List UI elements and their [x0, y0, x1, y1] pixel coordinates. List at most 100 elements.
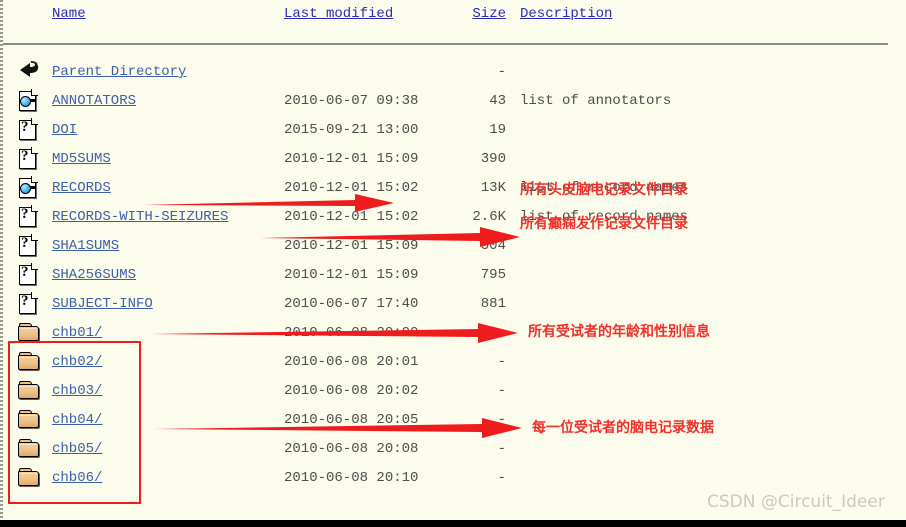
- row-name-cell: chb01/: [52, 319, 284, 348]
- table-row[interactable]: RECORDS 2010-12-01 15:02 13K list of record…: [0, 174, 888, 203]
- file-link[interactable]: chb04/: [52, 412, 102, 428]
- table-row[interactable]: ? DOI 2015-09-21 13:00 19: [0, 116, 888, 145]
- table-row[interactable]: ? SUBJECT-INFO 2010-06-07 17:40 881: [0, 290, 888, 319]
- row-size: 13K: [480, 180, 506, 196]
- row-last-modified: 2010-12-01 15:09: [284, 238, 419, 254]
- row-description: [520, 406, 888, 435]
- table-row[interactable]: chb05/2010-06-08 20:08 -: [0, 435, 888, 464]
- file-link[interactable]: chb03/: [52, 383, 102, 399]
- row-icon-cell: ?: [0, 232, 52, 261]
- row-description: [520, 116, 888, 145]
- row-size: 390: [480, 151, 506, 167]
- file-link[interactable]: DOI: [52, 122, 77, 138]
- row-icon-cell: ?: [0, 261, 52, 290]
- row-description: [520, 232, 888, 261]
- row-last-modified: 2010-12-01 15:02: [284, 180, 419, 196]
- header-last-modified[interactable]: Last modified: [284, 0, 456, 29]
- row-last-modified: 2010-12-01 15:09: [284, 267, 419, 283]
- table-row[interactable]: ? MD5SUMS 2010-12-01 15:09 390: [0, 145, 888, 174]
- header-description-label[interactable]: Description: [520, 6, 612, 22]
- bottom-black-bar: [0, 520, 906, 527]
- row-icon-cell: [0, 87, 52, 116]
- unknown-file-icon: ?: [18, 292, 38, 315]
- row-size: -: [497, 383, 506, 399]
- row-icon-cell: [0, 348, 52, 377]
- file-link[interactable]: SHA256SUMS: [52, 267, 136, 283]
- table-row[interactable]: chb06/2010-06-08 20:10 -: [0, 464, 888, 493]
- unknown-file-icon: ?: [18, 234, 38, 257]
- back-icon: [18, 60, 39, 82]
- row-description: [520, 261, 888, 290]
- file-link[interactable]: chb06/: [52, 470, 102, 486]
- file-link[interactable]: chb05/: [52, 441, 102, 457]
- header-description[interactable]: Description: [520, 0, 888, 29]
- table-row[interactable]: ANNOTATORS 2010-06-07 09:38 43 list of anno…: [0, 87, 888, 116]
- row-size: -: [497, 354, 506, 370]
- table-row[interactable]: chb01/2010-06-08 20:00 -: [0, 319, 888, 348]
- table-row[interactable]: ? SHA1SUMS 2010-12-01 15:09 504: [0, 232, 888, 261]
- file-link[interactable]: chb01/: [52, 325, 102, 341]
- row-last-modified: 2010-06-08 20:05: [284, 412, 419, 428]
- unknown-file-icon: ?: [18, 147, 38, 170]
- row-last-modified: 2015-09-21 13:00: [284, 122, 419, 138]
- file-link[interactable]: SUBJECT-INFO: [52, 296, 153, 312]
- table-row[interactable]: ? SHA256SUMS 2010-12-01 15:09 795: [0, 261, 888, 290]
- row-description: [520, 145, 888, 174]
- file-link[interactable]: chb02/: [52, 354, 102, 370]
- table-row[interactable]: chb02/2010-06-08 20:01 -: [0, 348, 888, 377]
- row-name-cell: SHA1SUMS: [52, 232, 284, 261]
- file-link[interactable]: Parent Directory: [52, 64, 186, 80]
- file-link[interactable]: RECORDS-WITH-SEIZURES: [52, 209, 228, 225]
- row-icon-cell: [0, 435, 52, 464]
- folder-icon: [18, 351, 40, 371]
- row-last-modified: 2010-06-08 20:10: [284, 470, 419, 486]
- row-icon-cell: [0, 464, 52, 493]
- row-description: [520, 319, 888, 348]
- file-link[interactable]: ANNOTATORS: [52, 93, 136, 109]
- row-description: list of annotators: [520, 93, 672, 109]
- header-rule-cell: [0, 29, 888, 58]
- row-size: -: [497, 412, 506, 428]
- row-size: 43: [489, 93, 506, 109]
- row-size: -: [497, 441, 506, 457]
- row-icon-cell: ?: [0, 116, 52, 145]
- row-icon-cell: [0, 377, 52, 406]
- row-name-cell: RECORDS-WITH-SEIZURES: [52, 203, 284, 232]
- header-size-label[interactable]: Size: [472, 6, 506, 22]
- row-description: [520, 290, 888, 319]
- row-size: 504: [480, 238, 506, 254]
- row-name-cell: chb05/: [52, 435, 284, 464]
- table-row[interactable]: ? RECORDS-WITH-SEIZURES 2010-12-01 15:02 2.…: [0, 203, 888, 232]
- header-last-modified-label[interactable]: Last modified: [284, 6, 393, 22]
- header-size[interactable]: Size: [456, 0, 520, 29]
- row-icon-cell: [0, 319, 52, 348]
- file-link[interactable]: MD5SUMS: [52, 151, 111, 167]
- header-name-label[interactable]: Name: [52, 6, 86, 22]
- row-name-cell: chb03/: [52, 377, 284, 406]
- browser-left-edge: [0, 0, 3, 527]
- row-icon-cell: ?: [0, 145, 52, 174]
- row-icon-cell: [0, 174, 52, 203]
- row-size: -: [497, 470, 506, 486]
- file-link[interactable]: RECORDS: [52, 180, 111, 196]
- row-last-modified: 2010-06-07 09:38: [284, 93, 419, 109]
- unknown-file-icon: ?: [18, 118, 38, 141]
- unknown-file-icon: ?: [18, 263, 38, 286]
- table-row[interactable]: chb03/2010-06-08 20:02 -: [0, 377, 888, 406]
- header-name[interactable]: Name: [52, 0, 284, 29]
- row-description: list of record names: [520, 209, 689, 225]
- row-size: -: [497, 64, 506, 80]
- text-file-icon: [18, 89, 38, 112]
- row-description: [520, 435, 888, 464]
- row-name-cell: chb06/: [52, 464, 284, 493]
- row-size: 881: [480, 296, 506, 312]
- file-link[interactable]: SHA1SUMS: [52, 238, 119, 254]
- folder-icon: [18, 438, 40, 458]
- row-last-modified: 2010-06-08 20:08: [284, 441, 419, 457]
- row-name-cell: chb02/: [52, 348, 284, 377]
- row-icon-cell: [0, 406, 52, 435]
- table-row[interactable]: Parent Directory -: [0, 58, 888, 87]
- folder-icon: [18, 380, 40, 400]
- row-name-cell: Parent Directory: [52, 58, 284, 87]
- table-row[interactable]: chb04/2010-06-08 20:05 -: [0, 406, 888, 435]
